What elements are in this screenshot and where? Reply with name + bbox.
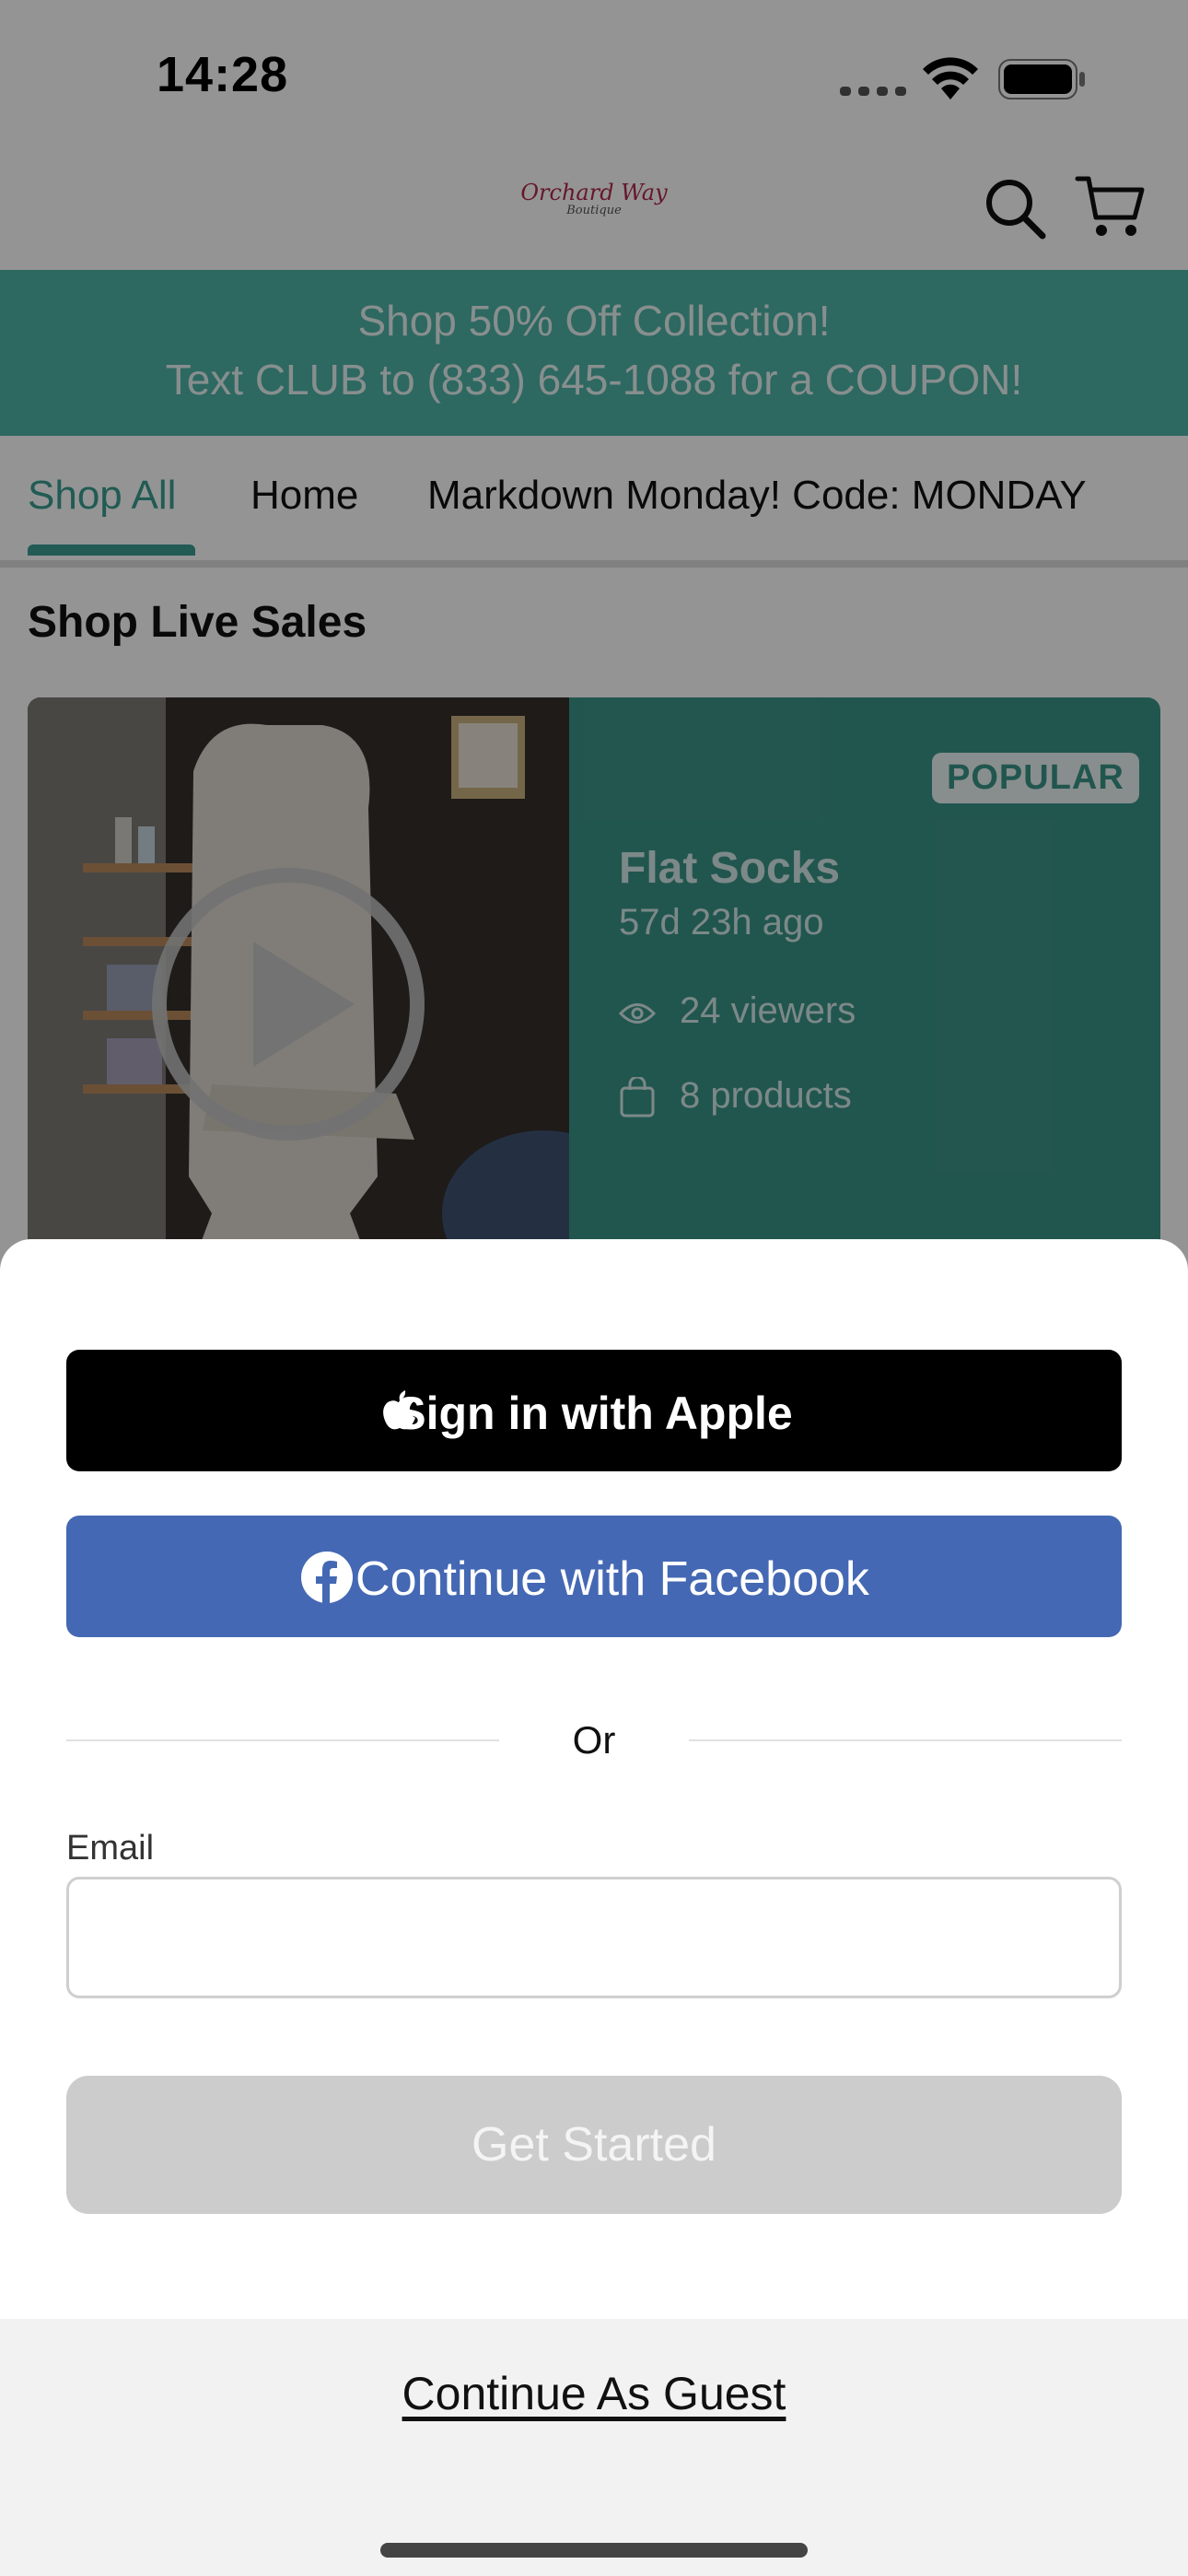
continue-with-facebook-button[interactable]: Continue with Facebook bbox=[66, 1516, 1122, 1637]
sign-in-sheet: Sign in with Apple Continue with Faceboo… bbox=[0, 1239, 1188, 2576]
get-started-button[interactable]: Get Started bbox=[66, 2076, 1122, 2214]
email-field[interactable] bbox=[66, 1877, 1122, 1998]
continue-as-guest-link[interactable]: Continue As Guest bbox=[0, 2367, 1188, 2420]
home-indicator[interactable] bbox=[380, 2543, 808, 2558]
facebook-button-label: Continue with Facebook bbox=[355, 1552, 869, 1606]
guest-footer: Continue As Guest bbox=[0, 2319, 1188, 2576]
apple-button-label: Sign in with Apple bbox=[395, 1388, 793, 1439]
or-divider-right bbox=[689, 1739, 1122, 1741]
get-started-label: Get Started bbox=[472, 2118, 716, 2172]
sign-in-with-apple-button[interactable]: Sign in with Apple bbox=[66, 1350, 1122, 1471]
email-label: Email bbox=[66, 1829, 155, 1868]
